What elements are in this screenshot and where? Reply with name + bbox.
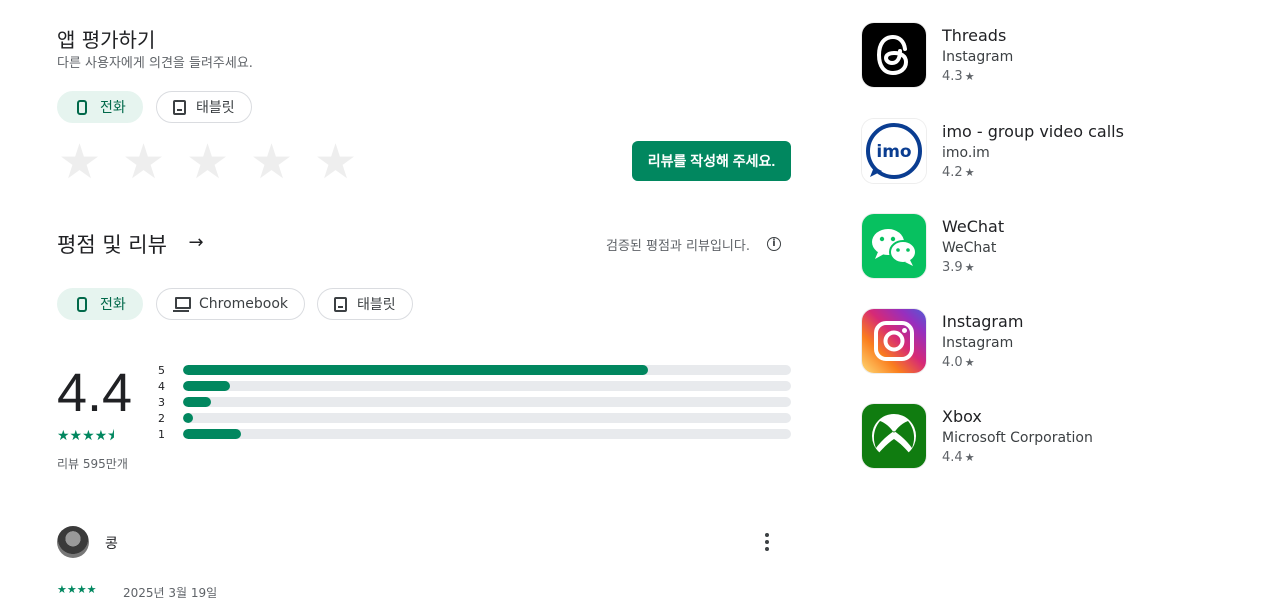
- threads-icon: [862, 23, 926, 87]
- laptop-icon: [173, 296, 191, 312]
- rating-bar-row: 5: [158, 362, 791, 378]
- rate-app-subtitle: 다른 사용자에게 의견을 들려주세요.: [57, 56, 253, 71]
- star-icon: ★: [964, 451, 975, 464]
- info-icon[interactable]: i: [767, 237, 781, 251]
- rating-bar-row: 1: [158, 426, 791, 442]
- rating-bar-track: [183, 365, 791, 375]
- app-name: imo - group video calls: [942, 122, 1124, 141]
- rating-bar-label: 1: [158, 427, 165, 441]
- tablet-icon: [334, 296, 347, 312]
- rating-bar-track: [183, 381, 791, 391]
- average-stars: ★★★★⯨: [57, 428, 115, 444]
- rating-bar-fill: [183, 429, 241, 439]
- chip-label: Chromebook: [199, 296, 289, 312]
- star-2-button[interactable]: ★: [122, 138, 165, 186]
- svg-text:imo: imo: [876, 142, 911, 162]
- rating-bar-label: 4: [158, 379, 165, 393]
- similar-app-instagram[interactable]: Instagram Instagram 4.0 ★: [862, 309, 1162, 375]
- reviewer-name: 콩: [105, 536, 118, 552]
- rating-bar-label: 3: [158, 395, 165, 409]
- star-icon: ★: [964, 261, 975, 274]
- app-name: Threads: [942, 26, 1007, 45]
- rate-app-title: 앱 평가하기: [57, 28, 156, 52]
- similar-app-wechat[interactable]: WeChat WeChat 3.9 ★: [862, 214, 1162, 280]
- star-1-button[interactable]: ★: [58, 138, 101, 186]
- arrow-right-icon[interactable]: →: [186, 233, 206, 253]
- tablet-icon: [173, 99, 186, 115]
- rating-bar-row: 4: [158, 378, 791, 394]
- star-icon: ★: [964, 70, 975, 83]
- write-review-button[interactable]: 리뷰를 작성해 주세요.: [632, 141, 791, 181]
- chip-label: 태블릿: [196, 100, 235, 116]
- rating-bar-fill: [183, 413, 193, 423]
- review-chip-tablet[interactable]: 태블릿: [317, 288, 413, 320]
- chip-label: 전화: [100, 297, 126, 313]
- rating-bar-track: [183, 413, 791, 423]
- app-developer: WeChat: [942, 240, 997, 256]
- star-icon: ★: [964, 166, 975, 179]
- app-name: WeChat: [942, 217, 1005, 236]
- star-icon: ★: [964, 356, 975, 369]
- app-developer: Instagram: [942, 335, 1014, 351]
- star-3-button[interactable]: ★: [186, 138, 229, 186]
- instagram-icon: [862, 309, 926, 373]
- similar-app-threads[interactable]: Threads Instagram 4.3 ★: [862, 23, 1162, 89]
- rating-bar-fill: [183, 365, 649, 375]
- rating-bar-row: 2: [158, 410, 791, 426]
- app-developer: imo.im: [942, 145, 990, 161]
- app-name: Xbox: [942, 407, 982, 426]
- rating-bar-row: 3: [158, 394, 791, 410]
- review-stars: ★★★★: [57, 583, 97, 596]
- chip-label: 전화: [100, 100, 126, 116]
- review-date: 2025년 3월 19일: [123, 586, 218, 600]
- app-name: Instagram: [942, 312, 1024, 331]
- app-rating: 4.2 ★: [942, 165, 975, 180]
- device-chip-phone[interactable]: 전화: [57, 91, 143, 123]
- review-chip-chromebook[interactable]: Chromebook: [156, 288, 306, 320]
- imo-icon: imo: [862, 119, 926, 183]
- app-rating: 4.4 ★: [942, 450, 975, 465]
- rating-bar-track: [183, 397, 791, 407]
- app-developer: Instagram: [942, 49, 1014, 65]
- average-rating: 4.4: [57, 363, 133, 423]
- app-rating: 4.3 ★: [942, 69, 975, 84]
- device-chip-tablet[interactable]: 태블릿: [156, 91, 252, 123]
- avatar: [57, 526, 89, 558]
- app-developer: Microsoft Corporation: [942, 430, 1093, 446]
- more-options-icon[interactable]: [756, 530, 778, 554]
- star-5-button[interactable]: ★: [314, 138, 357, 186]
- rating-distribution: 5 4 3 2 1: [158, 362, 791, 442]
- rating-bar-fill: [183, 397, 211, 407]
- xbox-icon: [862, 404, 926, 468]
- wechat-icon: [862, 214, 926, 278]
- rating-bar-label: 5: [158, 363, 165, 377]
- similar-app-xbox[interactable]: Xbox Microsoft Corporation 4.4 ★: [862, 404, 1162, 470]
- star-4-button[interactable]: ★: [250, 138, 293, 186]
- app-rating: 3.9 ★: [942, 260, 975, 275]
- chip-label: 태블릿: [357, 297, 396, 313]
- verified-reviews-text: 검증된 평점과 리뷰입니다.: [606, 239, 750, 254]
- phone-icon: [77, 296, 87, 312]
- ratings-reviews-title[interactable]: 평점 및 리뷰: [57, 229, 167, 259]
- rating-bar-label: 2: [158, 411, 165, 425]
- star-rating-input[interactable]: ★ ★ ★ ★ ★: [58, 138, 357, 186]
- similar-app-imo[interactable]: imo imo - group video calls imo.im 4.2 ★: [862, 119, 1162, 185]
- rating-bar-track: [183, 429, 791, 439]
- app-rating: 4.0 ★: [942, 355, 975, 370]
- review-chip-phone[interactable]: 전화: [57, 288, 143, 320]
- review-count: 리뷰 595만개: [57, 457, 128, 471]
- phone-icon: [77, 99, 87, 115]
- rating-bar-fill: [183, 381, 231, 391]
